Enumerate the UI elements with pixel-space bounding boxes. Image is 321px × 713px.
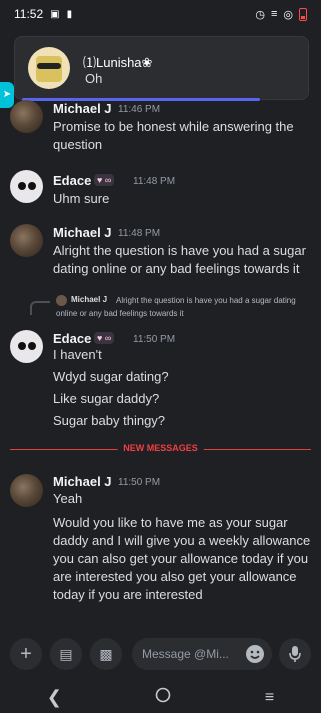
message-line: I haven't	[53, 347, 102, 362]
notification-message: Oh	[85, 71, 103, 86]
avatar[interactable]	[10, 474, 43, 507]
system-nav-bar: ❮ ≡	[0, 682, 321, 713]
gamepad-icon: ▤	[59, 645, 73, 662]
home-icon[interactable]	[155, 687, 171, 708]
wifi-icon: ◎	[283, 8, 293, 21]
side-drawer-tab-icon[interactable]: ➤	[0, 82, 14, 108]
activities-button[interactable]: ▤	[50, 638, 82, 670]
timestamp: 11:50 PM	[133, 334, 176, 345]
message-line: Sugar baby thingy?	[53, 413, 166, 428]
heart-badge-icon: ♥ ∞	[94, 174, 115, 186]
back-icon[interactable]: ❮	[47, 687, 62, 708]
avatar[interactable]	[10, 224, 43, 257]
gift-button[interactable]: ▩	[90, 638, 122, 670]
message-composer: + ▤ ▩ Message @Mi...	[0, 634, 321, 676]
notification-sender: ⑴Lunisha❀	[83, 55, 153, 70]
author-name[interactable]: Edace	[53, 331, 91, 346]
message-line: you can also get your allowance today if…	[53, 551, 309, 566]
timestamp: 11:48 PM	[133, 176, 176, 187]
gift-icon: ▩	[99, 645, 113, 662]
message-line: today if you are interested	[53, 587, 203, 602]
author-name[interactable]: Michael J	[53, 101, 112, 116]
avatar[interactable]	[10, 170, 43, 203]
reply-connector	[30, 301, 50, 315]
add-attachment-button[interactable]: +	[10, 638, 42, 670]
author-name[interactable]: Michael J	[53, 225, 112, 240]
new-messages-label: NEW MESSAGES	[117, 443, 204, 453]
alarm-icon: ◷	[255, 8, 265, 21]
timestamp: 11:46 PM	[118, 104, 161, 115]
timestamp: 11:50 PM	[118, 477, 161, 488]
message-line: Wdyd sugar dating?	[53, 369, 169, 384]
smiley-icon	[246, 645, 264, 663]
vibrate-icon: ≡	[270, 8, 278, 20]
avatar[interactable]	[10, 330, 43, 363]
author-name[interactable]: Edace	[53, 173, 91, 188]
emoji-button[interactable]	[241, 640, 269, 668]
message-line: are interested you also get your allowan…	[53, 569, 297, 584]
author-name[interactable]: Michael J	[53, 474, 112, 489]
notification-avatar	[28, 47, 70, 89]
recent-apps-icon[interactable]: ≡	[265, 689, 274, 707]
message-line: Promise to be honest while answering the	[53, 119, 294, 134]
message-line: dating online or any bad feelings toward…	[53, 261, 300, 276]
sim-card-icon: ▮	[66, 8, 73, 20]
message-line: Like sugar daddy?	[53, 391, 160, 406]
message-line: Alright the question is have you had a s…	[53, 243, 306, 258]
message-line: question	[53, 137, 103, 152]
voice-message-button[interactable]	[279, 638, 311, 670]
notification-banner[interactable]: ⑴Lunisha❀ Oh	[14, 36, 309, 100]
heart-badge-icon: ♥ ∞	[94, 332, 115, 344]
clock: 11:52	[14, 7, 44, 21]
message-line: Yeah	[53, 491, 83, 506]
discord-status-icon: ▣	[50, 8, 60, 20]
microphone-icon	[289, 646, 301, 662]
timestamp: 11:48 PM	[118, 228, 161, 239]
battery-icon	[299, 7, 307, 21]
message-line: Would you like to have me as your sugar	[53, 515, 288, 530]
message-line: Uhm sure	[53, 191, 110, 206]
status-bar: 11:52 ▣ ▮ ◷ ≡ ◎	[0, 0, 321, 28]
reply-author[interactable]: Michael J	[71, 295, 107, 304]
avatar[interactable]	[10, 100, 43, 133]
message-line: daddy and I will give you a weekly allow…	[53, 533, 311, 548]
